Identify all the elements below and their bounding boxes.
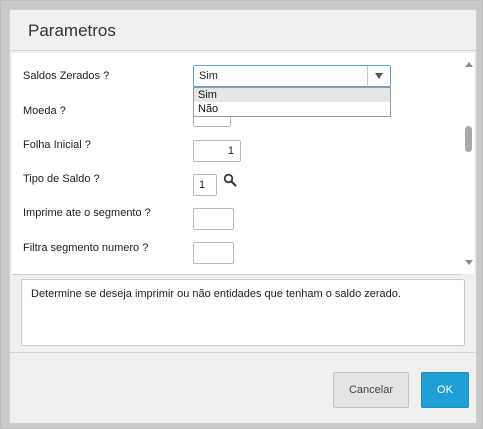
parametros-dialog: Parametros Saldos Zerados ? Sim Sim Não … [9, 9, 477, 424]
folha-inicial-label: Folha Inicial ? [23, 139, 91, 151]
saldos-zerados-select[interactable]: Sim [193, 65, 391, 87]
dialog-backdrop: Parametros Saldos Zerados ? Sim Sim Não … [0, 0, 483, 429]
cancel-button[interactable]: Cancelar [333, 372, 409, 408]
scroll-thumb[interactable] [465, 126, 472, 152]
scroll-down-icon[interactable] [465, 260, 473, 265]
chevron-down-icon[interactable] [367, 66, 390, 86]
imprime-segmento-label: Imprime ate o segmento ? [23, 207, 151, 219]
footer-divider [10, 352, 476, 353]
help-text-box: Determine se deseja imprimir ou não enti… [21, 279, 465, 346]
saldos-zerados-value: Sim [199, 70, 218, 82]
imprime-segmento-input[interactable] [193, 208, 234, 230]
tipo-de-saldo-label: Tipo de Saldo ? [23, 173, 100, 185]
saldos-zerados-dropdown: Sim Não [193, 87, 391, 117]
search-icon[interactable] [223, 173, 237, 187]
saldos-zerados-label: Saldos Zerados ? [23, 70, 110, 82]
filtra-segmento-label: Filtra segmento numero ? [23, 242, 149, 254]
folha-inicial-input[interactable]: 1 [193, 140, 241, 162]
form-scrollbar[interactable] [463, 53, 474, 274]
filtra-segmento-input[interactable] [193, 242, 234, 264]
scroll-up-icon[interactable] [465, 62, 473, 67]
option-nao[interactable]: Não [194, 102, 390, 116]
option-sim[interactable]: Sim [194, 88, 390, 102]
help-text: Determine se deseja imprimir ou não enti… [31, 288, 401, 300]
dialog-title: Parametros [28, 21, 116, 40]
tipo-de-saldo-input[interactable]: 1 [193, 174, 217, 196]
title-divider [10, 50, 476, 51]
moeda-label: Moeda ? [23, 105, 66, 117]
parameters-form: Saldos Zerados ? Sim Sim Não Moeda ? Fol… [12, 53, 463, 275]
ok-button[interactable]: OK [421, 372, 469, 408]
